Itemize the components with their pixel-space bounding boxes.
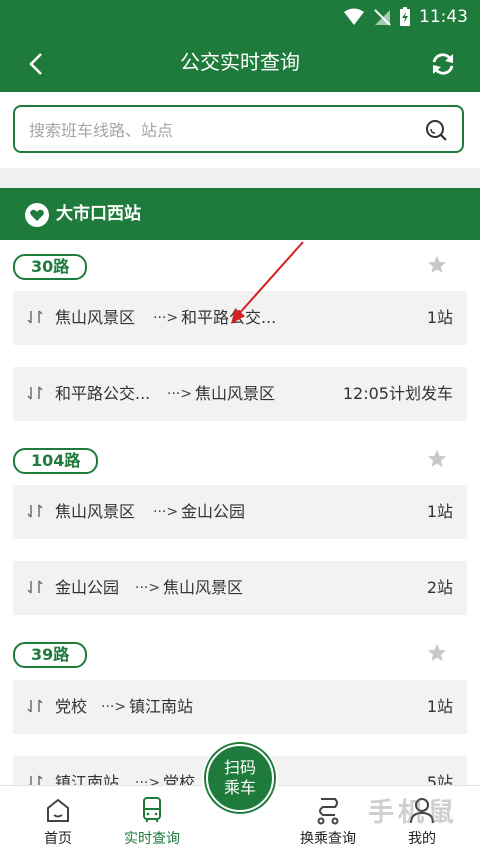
- bus-icon: [143, 797, 161, 822]
- direction-arrow: ···>: [153, 504, 179, 520]
- route-tag[interactable]: 39路: [13, 642, 88, 668]
- route-tag[interactable]: 104路: [13, 448, 99, 474]
- search-box[interactable]: [13, 105, 464, 153]
- from-stop: 焦山风景区: [55, 502, 136, 521]
- tab-home[interactable]: 首页: [10, 786, 106, 854]
- to-stop: 镇江南站: [129, 697, 194, 716]
- route-tag[interactable]: 30路: [13, 254, 88, 280]
- watermark-logo: 手机鼠: [368, 798, 459, 828]
- route-direction-row[interactable]: 金山公园 ···> 焦山风景区 2站: [13, 561, 467, 615]
- refresh-icon[interactable]: [428, 49, 458, 79]
- scan-label-line1: 扫码: [223, 758, 256, 777]
- tab-label: 首页: [44, 831, 72, 847]
- departure-info: 12:05计划发车: [342, 384, 453, 403]
- tab-label: 实时查询: [124, 831, 180, 847]
- to-stop: 焦山风景区: [163, 578, 244, 597]
- route-direction-row[interactable]: 和平路公交... ···> 焦山风景区 12:05计划发车: [13, 367, 467, 421]
- swap-direction-icon: [27, 504, 43, 518]
- search-input[interactable]: [27, 115, 411, 145]
- direction-arrow: ···>: [153, 310, 179, 326]
- direction-arrow: ···>: [135, 580, 161, 596]
- status-bar: 11:43: [0, 0, 480, 33]
- stops-away: 1站: [426, 502, 453, 521]
- stops-away: 5站: [426, 773, 453, 785]
- status-time: 11:43: [419, 7, 468, 27]
- direction-arrow: ···>: [167, 386, 193, 402]
- station-header: 大市口西站: [0, 188, 480, 240]
- scan-to-ride-button[interactable]: 扫码 乘车: [202, 740, 278, 816]
- no-signal-icon: [374, 9, 391, 26]
- to-stop: 金山公园: [181, 502, 246, 521]
- swap-direction-icon: [28, 775, 43, 785]
- direction-arrow: ···>: [135, 775, 161, 785]
- search-icon[interactable]: [424, 118, 448, 142]
- from-stop: 金山公园: [55, 578, 120, 597]
- wifi-icon: [344, 8, 364, 25]
- battery-charging-icon: [400, 7, 410, 26]
- star-icon[interactable]: [427, 255, 447, 275]
- swap-direction-icon: [27, 310, 43, 324]
- swap-direction-icon: [27, 699, 43, 713]
- to-stop: 焦山风景区: [195, 384, 276, 403]
- annotation-arrow: [231, 241, 304, 324]
- search-section: [0, 92, 480, 168]
- route-direction-row[interactable]: 党校 ···> 镇江南站 1站: [13, 680, 467, 734]
- direction-arrow: ···>: [101, 699, 127, 715]
- from-stop: 党校: [55, 697, 88, 716]
- swap-direction-icon: [27, 580, 43, 594]
- star-icon[interactable]: [427, 449, 447, 469]
- station-name: 大市口西站: [56, 204, 141, 224]
- app-bar: 公交实时查询: [0, 33, 480, 92]
- stops-away: 1站: [426, 308, 453, 327]
- from-stop: 焦山风景区: [55, 308, 136, 327]
- star-icon[interactable]: [427, 643, 447, 663]
- from-stop: 镇江南站: [55, 773, 120, 785]
- home-icon: [47, 798, 69, 822]
- page-title: 公交实时查询: [180, 50, 300, 74]
- stops-away: 1站: [426, 697, 453, 716]
- to-stop: 党校: [163, 773, 196, 785]
- from-stop: 和平路公交...: [55, 384, 151, 403]
- scan-label-line2: 乘车: [223, 778, 256, 797]
- swap-direction-icon: [27, 386, 43, 400]
- route-direction-row[interactable]: 焦山风景区 ···> 金山公园 1站: [13, 485, 467, 539]
- tab-realtime[interactable]: 实时查询: [104, 786, 200, 854]
- heart-icon[interactable]: [25, 203, 49, 227]
- stops-away: 2站: [426, 578, 453, 597]
